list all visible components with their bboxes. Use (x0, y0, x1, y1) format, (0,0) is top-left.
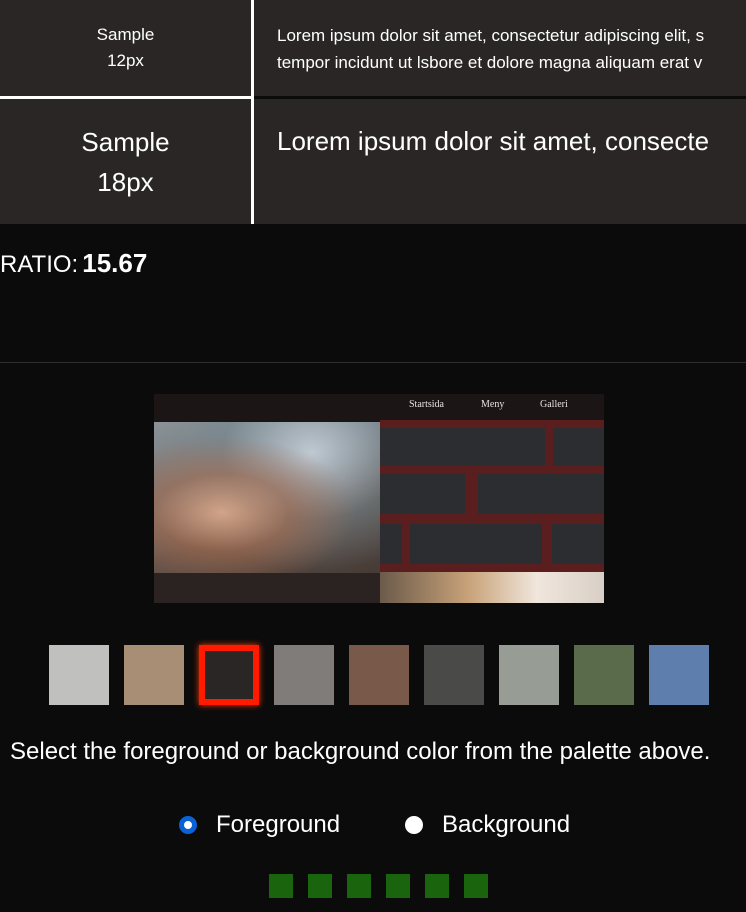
sample-18px-label-cell: Sample 18px (0, 99, 251, 224)
sample-18px-text: Lorem ipsum dolor sit amet, consecte (277, 126, 710, 156)
indicator-square (425, 874, 449, 898)
radio-label: Background (442, 811, 571, 838)
sample-label: Sample (96, 25, 155, 44)
indicator-square (347, 874, 371, 898)
preview-nav-meny: Meny (481, 399, 505, 410)
preview-bottom-bar (154, 573, 380, 603)
radio-button[interactable] (179, 816, 197, 834)
table-divider-horizontal (0, 96, 251, 99)
sample-label: Sample (81, 126, 170, 157)
sample-text-line: tempor incidunt ut lsbore et dolore magn… (277, 53, 703, 72)
palette-swatch[interactable] (574, 645, 634, 705)
sample-12px-text-cell: Lorem ipsum dolor sit amet, consectetur … (254, 0, 746, 96)
palette-swatch[interactable] (124, 645, 184, 705)
background-radio[interactable]: Background (405, 811, 570, 839)
preview-nav-galleri: Galleri (540, 399, 568, 410)
palette-swatch[interactable] (349, 645, 409, 705)
ratio-value: 15.67 (82, 248, 148, 278)
website-preview-image: Startsida Meny Galleri (154, 394, 604, 603)
sample-12px-label-cell: Sample 12px (0, 0, 251, 96)
food-grill-photo (154, 422, 380, 573)
indicator-square (464, 874, 488, 898)
indicator-square (386, 874, 410, 898)
sample-size: 18px (97, 166, 154, 197)
foreground-radio[interactable]: Foreground (179, 811, 340, 839)
palette-swatch[interactable] (49, 645, 109, 705)
sample-12px-text: Lorem ipsum dolor sit amet, consectetur … (254, 0, 746, 76)
indicator-square (269, 874, 293, 898)
contrast-ratio: RATIO: 15.67 (0, 248, 147, 279)
preview-blurred-photo (380, 572, 604, 603)
color-target-radio-group: Foreground Background (0, 811, 746, 841)
color-palette (49, 645, 719, 705)
section-divider (0, 362, 746, 363)
indicator-square (308, 874, 332, 898)
palette-swatch-selected[interactable] (199, 645, 259, 705)
sample-18px-text-cell: Lorem ipsum dolor sit amet, consecte (254, 99, 746, 224)
preview-nav-bar: Startsida Meny Galleri (154, 394, 604, 420)
palette-instructions: Select the foreground or background colo… (10, 738, 711, 765)
radio-button[interactable] (405, 816, 423, 834)
palette-swatch[interactable] (274, 645, 334, 705)
result-indicators (269, 874, 489, 898)
contrast-sample-table: Sample 12px Lorem ipsum dolor sit amet, … (0, 0, 746, 224)
table-divider-vertical (251, 0, 254, 224)
sample-size: 12px (107, 51, 144, 70)
radio-label: Foreground (216, 811, 341, 838)
palette-swatch[interactable] (424, 645, 484, 705)
preview-nav-startsida: Startsida (409, 399, 444, 410)
palette-swatch[interactable] (649, 645, 709, 705)
ratio-label: RATIO: (0, 251, 79, 278)
palette-swatch[interactable] (499, 645, 559, 705)
sample-text-line: Lorem ipsum dolor sit amet, consectetur … (277, 26, 705, 45)
